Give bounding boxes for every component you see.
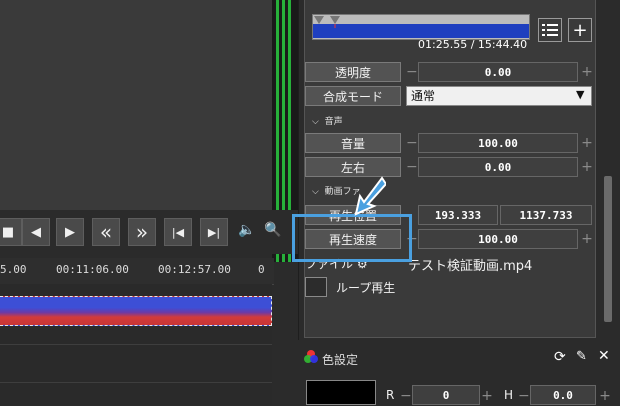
opacity-label-button[interactable]: 透明度 [305,62,401,82]
plus-icon[interactable]: + [480,386,494,406]
plus-icon[interactable]: + [598,386,612,406]
rewind-icon: « [99,220,113,244]
add-button[interactable]: + [568,18,592,42]
loop-checkbox[interactable] [305,277,327,297]
minus-icon[interactable]: − [400,386,412,406]
plus-icon[interactable]: + [580,157,594,177]
chevron-down-icon: ⌵ [312,117,319,127]
plus-icon: + [572,19,588,41]
ruler-tick: 5.00 [0,263,27,276]
refresh-icon[interactable]: ⟳ [554,349,566,365]
chevron-down-icon: ⌵ [312,187,319,197]
h-label: H [504,388,514,402]
r-value[interactable]: 0 [412,385,480,405]
volume-label-button[interactable]: 音量 [305,133,401,153]
color-panel-title: 色設定 [322,353,359,367]
plus-icon[interactable]: + [580,62,594,82]
play-position-end[interactable]: 1137.733 [500,205,592,225]
track-divider [0,344,272,345]
opacity-value[interactable]: 0.00 [418,62,578,82]
color-wheel-icon [304,350,318,363]
play-position-start[interactable]: 193.333 [418,205,498,225]
minus-icon[interactable]: − [406,133,418,153]
timeline-ruler[interactable]: 5.00 00:11:06.00 00:12:57.00 0 [0,258,274,285]
stop-icon: ■ [1,224,15,240]
volume-icon[interactable]: 🔈 [238,222,255,238]
minus-icon[interactable]: − [406,157,418,177]
audio-section-label: 音声 [324,117,343,127]
seek-marker-current[interactable] [330,16,340,24]
go-end-button[interactable]: ▶| [200,218,228,246]
plus-icon[interactable]: + [580,133,594,153]
pointer-arrow-icon [354,176,386,216]
next-frame-icon: ▶ [65,224,75,240]
loop-label: ループ再生 [336,281,396,295]
audio-section-header[interactable]: ⌵ 音声 [312,114,343,127]
seek-markers[interactable] [314,14,354,28]
prev-frame-icon: ◀ [31,224,41,240]
minus-icon[interactable]: − [406,62,418,82]
next-frame-button[interactable]: ▶ [56,218,84,246]
transport-bar: ■ ◀ ▶ « » |◀ ▶| 🔈 🔍 [0,210,298,254]
plus-icon[interactable]: + [580,229,594,249]
video-preview [0,0,272,210]
go-end-icon: ▶| [207,225,221,239]
minus-icon[interactable]: − [518,386,530,406]
list-button[interactable] [538,18,562,42]
blend-mode-label: 合成モード [305,86,401,106]
clip-timecode: 01:25.55 / 15:44.40 [418,38,528,51]
prev-frame-button[interactable]: ◀ [22,218,50,246]
h-value[interactable]: 0.0 [530,385,596,405]
volume-value[interactable]: 100.00 [418,133,578,153]
track-divider [0,382,272,383]
dropdown-arrow-icon[interactable]: ▼ [576,88,584,101]
ruler-tick: 00:11:06.00 [56,263,129,276]
rewind-button[interactable]: « [92,218,120,246]
ruler-tick: 0 [258,263,265,276]
scrollbar-thumb[interactable] [604,176,612,322]
blend-mode-select[interactable]: 通常 [406,86,592,106]
pan-value[interactable]: 0.00 [418,157,578,177]
highlight-box [292,214,412,262]
stop-button[interactable]: ■ [0,218,22,246]
playback-speed-value[interactable]: 100.00 [418,229,578,249]
list-icon [542,24,558,36]
go-start-button[interactable]: |◀ [164,218,192,246]
video-clip[interactable] [0,296,272,326]
pan-label-button[interactable]: 左右 [305,157,401,177]
eyedropper-icon[interactable]: ✎ [576,349,587,364]
close-icon[interactable]: ✕ [598,348,610,364]
go-start-icon: |◀ [171,225,185,239]
r-label: R [386,388,395,402]
fastforward-button[interactable]: » [128,218,156,246]
seek-marker-start[interactable] [314,16,324,24]
zoom-icon[interactable]: 🔍 [264,222,281,238]
ruler-tick: 00:12:57.00 [158,263,231,276]
color-swatch[interactable] [306,380,376,405]
file-name: テスト検証動画.mp4 [408,259,533,274]
fastforward-icon: » [135,220,149,244]
